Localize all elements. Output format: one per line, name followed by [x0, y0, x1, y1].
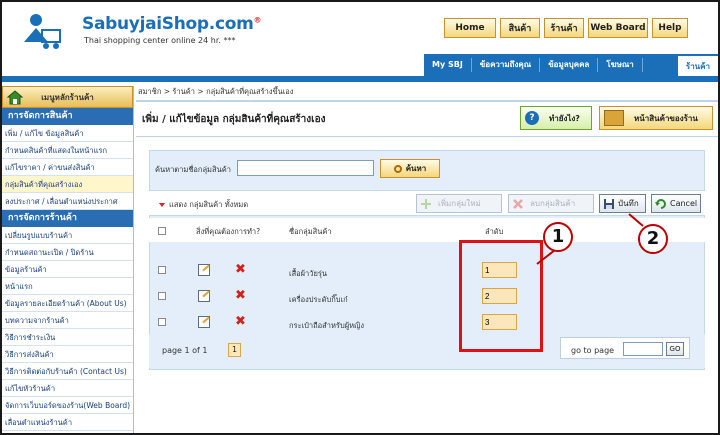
delete-icon — [513, 198, 523, 209]
table-row: ✖ กระเป๋าถือสำหรับผู้หญิง — [149, 312, 705, 336]
row-checkbox[interactable] — [158, 318, 166, 326]
sidebar-item-webboard[interactable]: จัดการเว็บบอร์ดของร้าน(Web Board) — [2, 397, 133, 414]
table-row: ✖ เสื้อผ้าวัยรุ่น — [149, 260, 705, 284]
sidebar-item-announcements[interactable]: ลงประกาศ / เลื่อนตำแหน่งประกาศ — [2, 193, 133, 210]
nav-products[interactable]: สินค้า — [500, 18, 540, 38]
delete-icon[interactable]: ✖ — [235, 315, 246, 328]
home-icon — [6, 90, 24, 105]
breadcrumb[interactable]: สมาชิก > ร้านค้า > กลุ่มสินค้าที่คุณสร้า… — [136, 86, 718, 100]
sidebar-item-payment[interactable]: วิธีการชำระเงิน — [2, 329, 133, 346]
search-button[interactable]: ค้นหา — [380, 159, 440, 178]
order-highlight-box — [459, 240, 543, 352]
search-icon — [393, 164, 402, 173]
subnav-my-sbj[interactable]: My SBJ — [424, 58, 472, 72]
delete-group-button[interactable]: ลบกลุ่มสินค้า — [508, 194, 594, 213]
store-products-button-label: หน้าสินค้าของร้าน — [634, 113, 698, 123]
logo-icon — [24, 14, 61, 49]
goto-label: go to page — [571, 346, 615, 355]
subnav-profile[interactable]: ข้อมูลบุคคล — [540, 58, 599, 72]
nav-webboard[interactable]: Web Board — [588, 18, 648, 38]
sidebar-item-home[interactable]: หน้าแรก — [2, 278, 133, 295]
plus-icon — [421, 198, 431, 209]
breadcrumb-divider — [136, 100, 718, 102]
edit-icon[interactable] — [198, 316, 210, 328]
subnav-store[interactable]: ร้านค้า — [677, 54, 718, 76]
sidebar-item-shipping[interactable]: วิธีการส่งสินค้า — [2, 346, 133, 363]
table-row: ✖ เครื่องประดับกิ๊บเก๋ — [149, 286, 705, 310]
group-name: เสื้อผ้าวัยรุ่น — [289, 269, 328, 278]
undo-icon — [655, 198, 666, 209]
row-checkbox[interactable] — [158, 292, 166, 300]
floppy-icon — [604, 198, 614, 209]
save-button[interactable]: บันทึก — [599, 194, 646, 213]
site-header: SabuyjaiShop.com® Thai shopping center o… — [2, 2, 718, 80]
app-frame: SabuyjaiShop.com® Thai shopping center o… — [0, 0, 720, 435]
group-name: เครื่องประดับกิ๊บเก๋ — [289, 295, 348, 304]
store-products-button[interactable]: หน้าสินค้าของร้าน — [599, 106, 713, 130]
header-divider — [2, 76, 718, 82]
sidebar-item-store-info[interactable]: ข้อมูลร้านค้า — [2, 261, 133, 278]
sidebar-item-custom-groups[interactable]: กลุ่มสินค้าที่คุณสร้างเอง — [2, 176, 133, 193]
sidebar-item-edit-products[interactable]: เพิ่ม / แก้ไข ข้อมูลสินค้า — [2, 125, 133, 142]
goto-page-input[interactable] — [623, 342, 663, 356]
sidebar-item-homepage-products[interactable]: กำหนดสินค้าที่แสดงในหน้าแรก — [2, 142, 133, 159]
subnav-messages[interactable]: ข้อความถึงคุณ — [472, 58, 541, 72]
question-icon: ? — [525, 111, 539, 125]
sidebar-item-about-us[interactable]: ข้อมูลรายละเอียดร้านค้า (About Us) — [2, 295, 133, 312]
search-label: ค้นหาตามชื่อกลุ่มสินค้า — [155, 165, 231, 174]
nav-home[interactable]: Home — [444, 18, 496, 38]
sidebar-menu-title[interactable]: เมนูหลักร้านค้า — [2, 86, 133, 108]
sidebar-item-edit-prices[interactable]: แก้ไขราคา / ค่าขนส่งสินค้า — [2, 159, 133, 176]
column-header-group-name: ชื่อกลุ่มสินค้า — [289, 227, 332, 236]
title-divider — [136, 136, 718, 137]
search-button-label: ค้นหา — [405, 164, 427, 173]
sidebar-item-contact-us[interactable]: วิธีการติดต่อกับร้านค้า (Contact Us) — [2, 363, 133, 380]
subnav-ads[interactable]: โฆษณา — [598, 58, 643, 72]
show-all-toggle[interactable]: แสดง กลุ่มสินค้า ทั้งหมด — [159, 199, 248, 211]
callout-2: 2 — [638, 224, 668, 254]
save-button-label: บันทึก — [618, 199, 639, 208]
help-button-label: ทำยังไง? — [549, 113, 580, 123]
sub-navigation: My SBJ ข้อความถึงคุณ ข้อมูลบุคคล โฆษณา ร… — [424, 54, 718, 76]
pager-text: page 1 of 1 — [162, 346, 208, 355]
go-button[interactable]: GO — [666, 342, 684, 356]
triangle-down-icon — [159, 203, 165, 207]
add-group-button[interactable]: เพิ่มกลุ่มใหม่ — [416, 194, 502, 213]
select-all-checkbox[interactable] — [158, 227, 166, 235]
cancel-button[interactable]: Cancel — [651, 194, 701, 213]
sidebar-item-store-status[interactable]: กำหนดสถานะเปิด / ปิดร้าน — [2, 244, 133, 261]
search-input[interactable] — [237, 160, 374, 176]
sidebar-item-store-header[interactable]: แก้ไขหัวร้านค้า — [2, 380, 133, 397]
sidebar-section-store: การจัดการร้านค้า — [2, 210, 133, 227]
sidebar-menu-title-label: เมนูหลักร้านค้า — [41, 92, 94, 102]
sidebar-item-articles[interactable]: บทความจากร้านค้า — [2, 312, 133, 329]
sidebar-section-products: การจัดการสินค้า — [2, 108, 133, 125]
callout-1: 1 — [543, 222, 573, 252]
add-group-label: เพิ่มกลุ่มใหม่ — [438, 199, 481, 208]
top-navigation: Home สินค้า ร้านค้า Web Board Help — [444, 18, 692, 38]
help-button[interactable]: ? ทำยังไง? — [520, 106, 592, 130]
logo-text[interactable]: SabuyjaiShop.com® — [82, 14, 262, 34]
nav-help[interactable]: Help — [652, 18, 688, 38]
edit-icon[interactable] — [198, 290, 210, 302]
group-name: กระเป๋าถือสำหรับผู้หญิง — [289, 321, 365, 330]
sidebar-item-store-position[interactable]: เลื่อนตำแหน่งร้านค้า — [2, 414, 133, 431]
column-header-order: ลำดับ — [485, 227, 504, 236]
page-number[interactable]: 1 — [228, 343, 241, 357]
delete-group-label: ลบกลุ่มสินค้า — [530, 199, 576, 208]
edit-icon[interactable] — [198, 264, 210, 276]
column-header-actions: สิ่งที่คุณต้องการทำ? — [196, 227, 261, 236]
sidebar: เมนูหลักร้านค้า การจัดการสินค้า เพิ่ม / … — [2, 86, 134, 433]
logo-tagline: Thai shopping center online 24 hr. *** — [84, 36, 236, 45]
show-all-label: แสดง กลุ่มสินค้า ทั้งหมด — [169, 200, 249, 209]
cancel-button-label: Cancel — [670, 199, 698, 208]
delete-icon[interactable]: ✖ — [235, 263, 246, 276]
sidebar-item-store-theme[interactable]: เปลี่ยนรูปแบบร้านค้า — [2, 227, 133, 244]
box-icon — [604, 110, 624, 126]
delete-icon[interactable]: ✖ — [235, 289, 246, 302]
row-checkbox[interactable] — [158, 266, 166, 274]
nav-stores[interactable]: ร้านค้า — [544, 18, 584, 38]
page-title: เพิ่ม / แก้ไขข้อมูล กลุ่มสินค้าที่คุณสร้… — [142, 114, 326, 125]
